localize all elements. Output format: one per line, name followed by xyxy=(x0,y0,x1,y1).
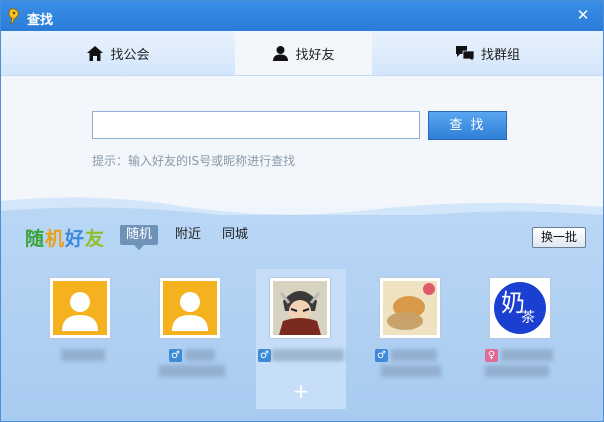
default-avatar-icon xyxy=(163,281,217,335)
nickname-redacted xyxy=(61,349,105,361)
detail-redacted xyxy=(381,365,441,377)
male-icon: ♂ xyxy=(169,349,182,362)
random-friends-title: 随机好友 xyxy=(25,228,106,250)
avatar[interactable] xyxy=(379,277,441,339)
friend-card[interactable]: 奶 茶 ♀ xyxy=(485,269,581,409)
avatar[interactable] xyxy=(49,277,111,339)
nickname-redacted xyxy=(272,349,344,361)
search-button[interactable]: 查 找 xyxy=(428,111,507,140)
tab-label: 找好友 xyxy=(295,47,335,63)
nickname-redacted xyxy=(391,349,437,361)
filter-random[interactable]: 随机 xyxy=(120,225,159,250)
tab-friend[interactable]: 找好友 xyxy=(235,31,372,75)
detail-redacted xyxy=(485,365,549,377)
app-logo-icon xyxy=(7,8,21,24)
search-type-tabs: 找公会 找好友 找群组 xyxy=(1,31,603,76)
title-bar: 查找 ✕ xyxy=(1,1,603,31)
detail-redacted xyxy=(159,365,225,377)
find-window: 查找 ✕ 找公会 找好友 找群组 查 找 提示：输入好友的IS号或昵称进行查找 … xyxy=(0,0,604,422)
search-input[interactable] xyxy=(92,111,420,139)
male-icon: ♂ xyxy=(375,349,388,362)
person-icon xyxy=(273,45,289,61)
nickname-redacted xyxy=(185,349,215,361)
default-avatar-icon xyxy=(53,281,107,335)
home-icon xyxy=(87,45,104,61)
avatar[interactable] xyxy=(269,277,331,339)
refresh-button[interactable]: 换一批 xyxy=(532,227,586,248)
window-title: 查找 xyxy=(27,13,54,28)
avatar[interactable]: 奶 茶 xyxy=(489,277,551,339)
friend-card[interactable] xyxy=(49,269,141,409)
filter-nearby[interactable]: 附近 xyxy=(169,225,207,245)
group-chat-icon xyxy=(455,45,475,62)
tab-label: 找公会 xyxy=(110,47,150,63)
warrior-avatar-icon xyxy=(273,281,327,335)
friend-card[interactable]: ♂ xyxy=(159,269,251,409)
random-friends-panel: 随机好友 随机 附近 同城 换一批 ♂ ♂ + ♂ 奶 茶 ♀ xyxy=(1,215,603,421)
close-icon[interactable]: ✕ xyxy=(573,5,593,25)
nickname-redacted xyxy=(501,349,553,361)
tab-label: 找群组 xyxy=(480,47,520,63)
filter-same-city[interactable]: 同城 xyxy=(216,225,254,245)
tab-group[interactable]: 找群组 xyxy=(372,31,603,75)
friend-card[interactable]: ♂ xyxy=(375,269,471,409)
add-friend-icon[interactable]: + xyxy=(256,379,346,403)
search-hint: 提示：输入好友的IS号或昵称进行查找 xyxy=(92,154,296,168)
avatar[interactable] xyxy=(159,277,221,339)
female-icon: ♀ xyxy=(485,349,498,362)
pet-photo-avatar-icon xyxy=(383,281,437,335)
calligraphy-avatar-icon: 奶 茶 xyxy=(493,281,547,335)
tab-guild[interactable]: 找公会 xyxy=(1,31,235,75)
male-icon: ♂ xyxy=(258,349,271,362)
friend-card-hovered[interactable]: ♂ + xyxy=(256,269,346,409)
